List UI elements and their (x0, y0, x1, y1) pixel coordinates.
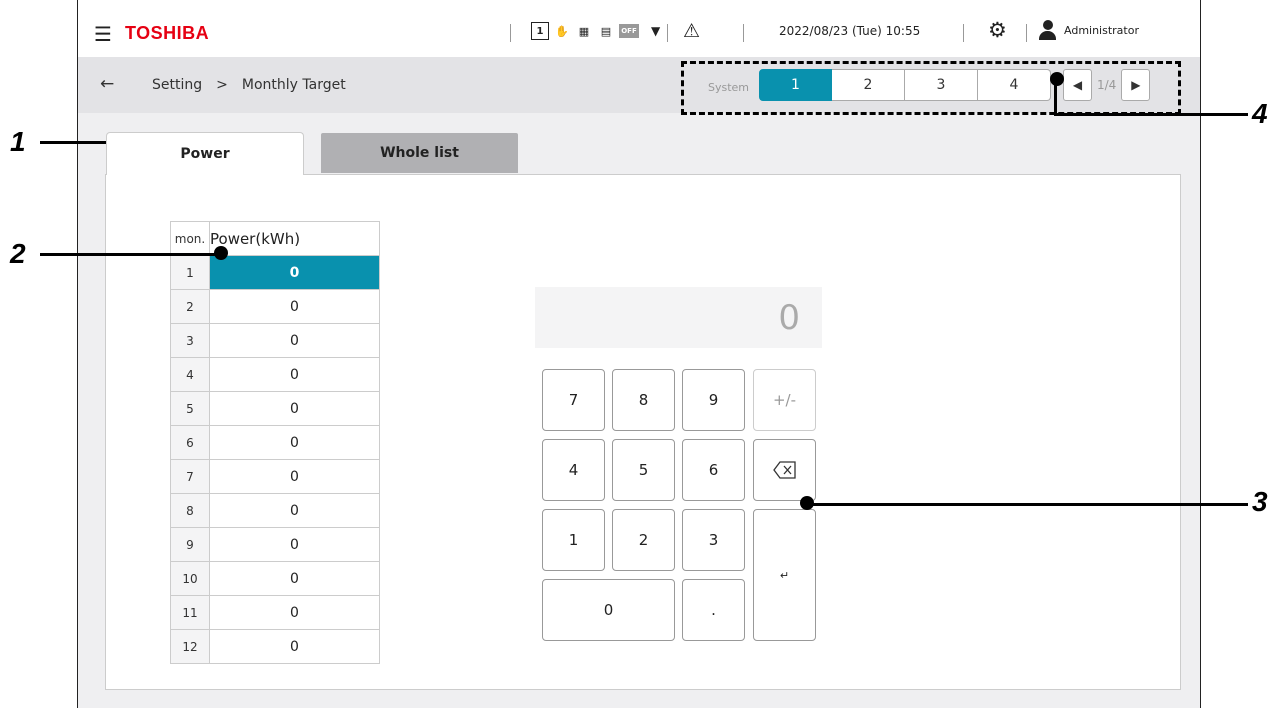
key-9-button[interactable]: 9 (682, 369, 745, 431)
table-header-row: mon. Power(kWh) (170, 221, 380, 256)
brand-logo: TOSHIBA (125, 23, 210, 43)
key-4-button[interactable]: 4 (542, 439, 605, 501)
key-1-button[interactable]: 1 (542, 509, 605, 571)
column-header-power: Power(kWh) (209, 221, 380, 256)
callout-number-3: 3 (1252, 486, 1268, 517)
decimal-button[interactable]: . (682, 579, 745, 641)
breadcrumb-separator: > (216, 77, 228, 93)
calendar-off-icon: ▦ (578, 24, 590, 38)
user-menu[interactable]: Administrator (1039, 20, 1139, 40)
month-cell: 10 (170, 561, 210, 596)
month-cell: 5 (170, 391, 210, 426)
power-cell[interactable]: 0 (209, 391, 380, 426)
month-cell: 8 (170, 493, 210, 528)
callout-dot-2 (214, 246, 228, 260)
keypad-display: 0 (535, 287, 822, 348)
hamburger-menu-icon[interactable]: ☰ (94, 24, 112, 44)
table-row[interactable]: 11 0 (170, 595, 380, 630)
table-row[interactable]: 10 (170, 255, 380, 290)
enter-button[interactable]: ↵ (753, 509, 816, 641)
month-cell: 1 (170, 255, 210, 290)
table-row[interactable]: 60 (170, 425, 380, 460)
power-cell[interactable]: 0 (209, 629, 380, 664)
table-row[interactable]: 50 (170, 391, 380, 426)
backspace-icon (772, 461, 796, 479)
top-bar: ☰ TOSHIBA 1 ✋ ▦ ▤ OFF ▼ ⚠ 2022/08/23 (Tu… (78, 0, 1200, 57)
plus-minus-button[interactable]: +/- (753, 369, 816, 431)
divider (510, 24, 511, 42)
table-row[interactable]: 30 (170, 323, 380, 358)
table-row[interactable]: 10 0 (170, 561, 380, 596)
power-cell[interactable]: 0 (209, 357, 380, 392)
callout-line-3 (806, 503, 1248, 506)
month-cell: 6 (170, 425, 210, 460)
power-cell[interactable]: 0 (209, 527, 380, 562)
backspace-button[interactable] (753, 439, 816, 501)
breadcrumb-current: Monthly Target (241, 77, 346, 93)
table-row[interactable]: 70 (170, 459, 380, 494)
table-row[interactable]: 40 (170, 357, 380, 392)
callout-dot-3 (800, 496, 814, 510)
schedule-1-icon: 1 (531, 22, 549, 40)
key-8-button[interactable]: 8 (612, 369, 675, 431)
callout-dot-4 (1050, 72, 1064, 86)
status-icons[interactable]: 1 ✋ ▦ ▤ OFF ▼ (531, 21, 660, 41)
callout-number-2: 2 (10, 238, 26, 269)
breadcrumb: Setting > Monthly Target (152, 77, 346, 93)
key-7-button[interactable]: 7 (542, 369, 605, 431)
user-icon (1039, 20, 1056, 40)
callout-line-4 (1054, 113, 1248, 116)
system-selector-highlight (681, 61, 1181, 115)
key-5-button[interactable]: 5 (612, 439, 675, 501)
callout-line-2 (40, 253, 222, 256)
warning-icon[interactable]: ⚠ (683, 20, 700, 42)
key-0-button[interactable]: 0 (542, 579, 675, 641)
month-cell: 11 (170, 595, 210, 630)
tab-whole-list[interactable]: Whole list (321, 133, 518, 173)
table-row[interactable]: 80 (170, 493, 380, 528)
power-cell[interactable]: 0 (209, 459, 380, 494)
breadcrumb-setting[interactable]: Setting (152, 77, 202, 93)
back-arrow-icon[interactable]: ← (100, 74, 114, 94)
power-cell[interactable]: 0 (209, 595, 380, 630)
power-cell[interactable]: 0 (209, 561, 380, 596)
tab-power[interactable]: Power (106, 132, 304, 175)
group-icon: ▤ (600, 24, 612, 38)
key-3-button[interactable]: 3 (682, 509, 745, 571)
content-panel: mon. Power(kWh) 10 20 30 40 50 60 70 80 … (105, 174, 1181, 690)
month-cell: 4 (170, 357, 210, 392)
callout-number-4: 4 (1252, 98, 1268, 129)
power-cell[interactable]: 0 (209, 323, 380, 358)
month-cell: 9 (170, 527, 210, 562)
table-row[interactable]: 90 (170, 527, 380, 562)
month-cell: 3 (170, 323, 210, 358)
off-badge-icon: OFF (619, 24, 639, 38)
month-cell: 12 (170, 629, 210, 664)
gear-icon[interactable]: ⚙ (988, 18, 1007, 42)
monthly-target-table: mon. Power(kWh) 10 20 30 40 50 60 70 80 … (170, 221, 380, 664)
column-header-month: mon. (170, 221, 210, 256)
power-cell[interactable]: 0 (209, 255, 380, 290)
divider (667, 24, 668, 42)
table-row[interactable]: 20 (170, 289, 380, 324)
divider (743, 24, 744, 42)
month-cell: 2 (170, 289, 210, 324)
power-cell[interactable]: 0 (209, 289, 380, 324)
key-2-button[interactable]: 2 (612, 509, 675, 571)
table-row[interactable]: 12 0 (170, 629, 380, 664)
chevron-down-icon[interactable]: ▼ (651, 24, 660, 38)
datetime: 2022/08/23 (Tue) 10:55 (779, 24, 921, 38)
user-name: Administrator (1064, 23, 1139, 37)
power-cell[interactable]: 0 (209, 425, 380, 460)
divider (1026, 24, 1027, 42)
power-cell[interactable]: 0 (209, 493, 380, 528)
callout-number-1: 1 (10, 126, 26, 157)
key-6-button[interactable]: 6 (682, 439, 745, 501)
month-cell: 7 (170, 459, 210, 494)
hand-icon: ✋ (555, 24, 569, 38)
divider (963, 24, 964, 42)
